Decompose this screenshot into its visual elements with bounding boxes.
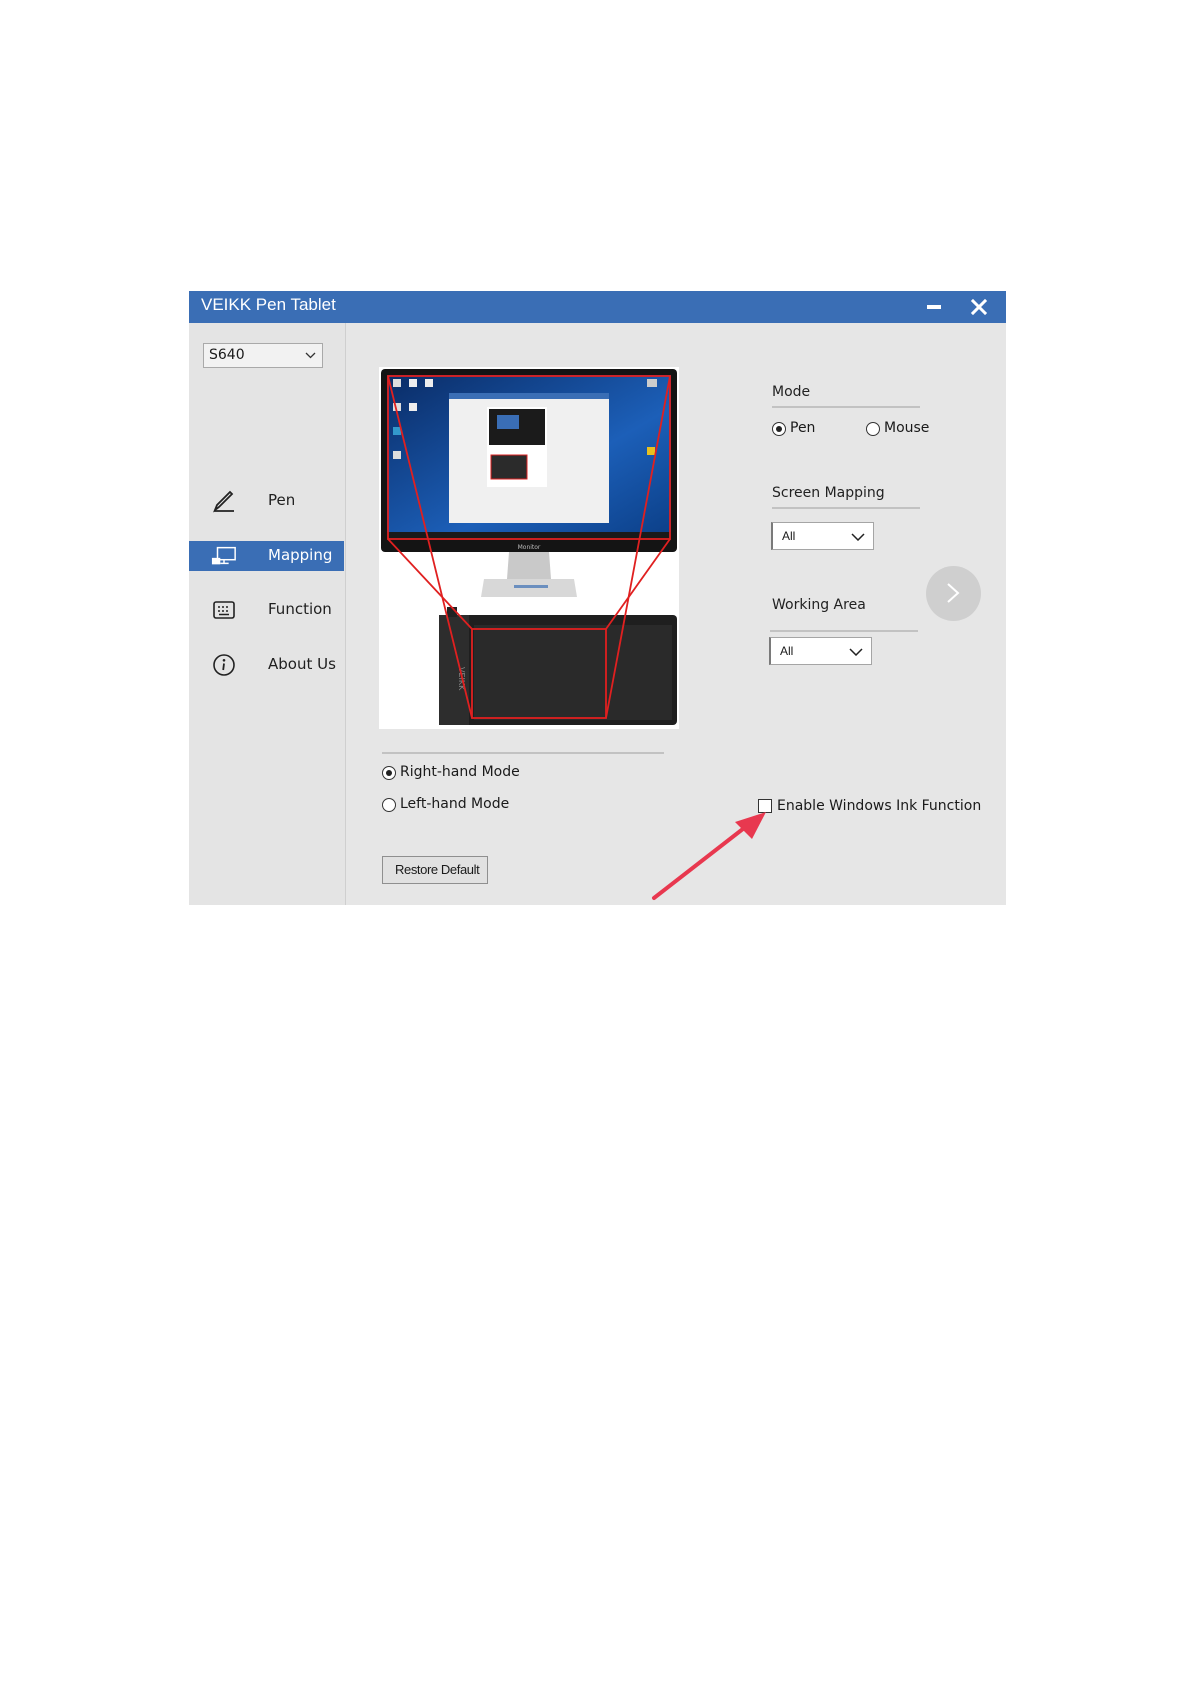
- tablet-image: VEIKK: [439, 607, 677, 725]
- sidebar-item-mapping[interactable]: Mapping: [189, 541, 344, 571]
- chevron-down-icon: [851, 533, 865, 541]
- sidebar-item-label: About Us: [268, 655, 336, 673]
- radio-indicator: [382, 798, 396, 812]
- chevron-down-icon: [849, 648, 863, 656]
- working-area-value: All: [780, 644, 794, 658]
- sidebar-item-about-us[interactable]: About Us: [189, 650, 346, 680]
- right-hand-mode-label: Right-hand Mode: [400, 764, 520, 780]
- veikk-settings-window: VEIKK Pen Tablet S640 Pen Mapping Functi…: [189, 291, 1006, 905]
- sidebar-item-function[interactable]: Function: [189, 595, 346, 625]
- sidebar: S640 Pen Mapping Function About Us: [189, 323, 346, 905]
- screen-mapping-label: Screen Mapping: [772, 485, 885, 501]
- mode-mouse-label: Mouse: [884, 420, 930, 436]
- screen-mapping-divider: [772, 507, 920, 509]
- sidebar-item-label: Pen: [268, 491, 296, 509]
- sidebar-item-label: Function: [268, 600, 332, 618]
- keyboard-icon: [213, 601, 235, 619]
- screen-mapping-value: All: [782, 529, 796, 543]
- device-select-value: S640: [209, 347, 245, 363]
- left-hand-mode-radio[interactable]: Left-hand Mode: [382, 796, 552, 814]
- radio-indicator: [382, 766, 396, 780]
- next-button[interactable]: [926, 566, 981, 621]
- mode-mouse-radio[interactable]: Mouse: [866, 420, 946, 438]
- close-icon: [971, 299, 987, 315]
- working-area-divider: [770, 630, 918, 632]
- monitor-icon: [211, 546, 236, 565]
- sidebar-item-pen[interactable]: Pen: [189, 486, 346, 516]
- radio-indicator: [866, 422, 880, 436]
- pen-icon: [212, 490, 234, 513]
- minimize-button[interactable]: [911, 291, 955, 323]
- chevron-down-icon: [305, 352, 316, 359]
- restore-default-button[interactable]: Restore Default: [382, 856, 488, 884]
- annotation-arrow-icon: [652, 812, 766, 900]
- chevron-right-icon: [947, 583, 960, 603]
- right-hand-mode-radio[interactable]: Right-hand Mode: [382, 764, 552, 782]
- mapping-preview: Monitor VEIKK: [379, 367, 679, 729]
- radio-indicator: [772, 422, 786, 436]
- restore-default-label: Restore Default: [395, 862, 480, 877]
- close-button[interactable]: [957, 291, 1001, 323]
- working-area-select[interactable]: All: [769, 637, 872, 665]
- screen-mapping-select[interactable]: All: [771, 522, 874, 550]
- info-icon: [213, 654, 235, 676]
- window-title: VEIKK Pen Tablet: [201, 295, 336, 314]
- hand-mode-divider: [382, 752, 664, 754]
- sidebar-item-label: Mapping: [268, 546, 333, 564]
- windows-ink-label: Enable Windows Ink Function: [777, 798, 982, 814]
- mode-divider: [772, 406, 920, 408]
- working-area-label: Working Area: [772, 597, 866, 613]
- mode-pen-radio[interactable]: Pen: [772, 420, 832, 438]
- title-bar[interactable]: VEIKK Pen Tablet: [189, 291, 1006, 323]
- device-select[interactable]: S640: [203, 343, 323, 368]
- left-hand-mode-label: Left-hand Mode: [400, 796, 510, 812]
- monitor-brand: Monitor: [518, 544, 541, 551]
- mode-label: Mode: [772, 384, 811, 400]
- mode-pen-label: Pen: [790, 420, 816, 436]
